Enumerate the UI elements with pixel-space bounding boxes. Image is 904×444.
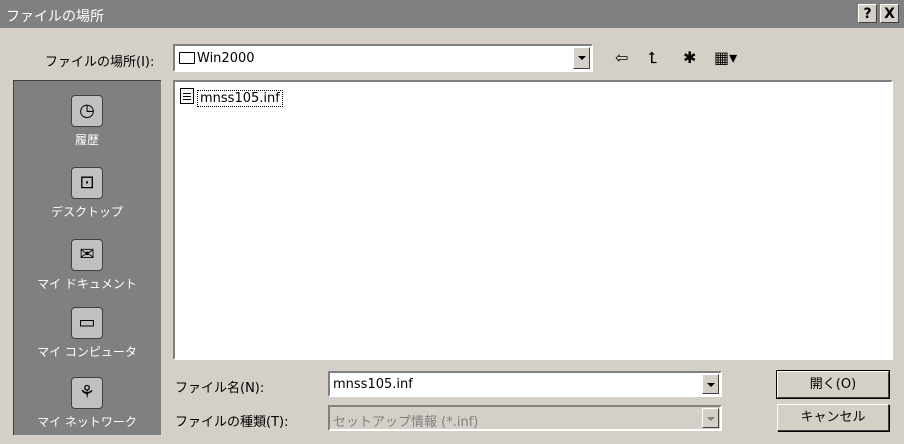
location-combo[interactable]: Win2000 — [173, 44, 593, 72]
filename-label: ファイル名(N): — [175, 381, 265, 396]
view-menu-icon[interactable]: ▦▾ — [714, 48, 737, 68]
place-label: マイ ネットワーク — [37, 415, 137, 429]
title-bar: ファイルの場所 ? X — [0, 0, 904, 28]
back-icon[interactable]: ⇦ — [615, 48, 628, 68]
places-bar: ◷ 履歴 ⊡ デスクトップ ✉ マイ ドキュメント ▭ マイ コンピュータ ⚘ … — [13, 80, 161, 435]
filetype-dropdown-arrow — [702, 408, 719, 428]
my-computer-icon: ▭ — [71, 307, 103, 339]
new-folder-icon[interactable]: ✱ — [683, 48, 696, 68]
open-button[interactable]: 開く(O) — [776, 370, 890, 399]
inf-file-icon — [180, 88, 194, 104]
history-icon: ◷ — [71, 95, 103, 127]
up-folder-icon[interactable]: ⮤ — [648, 48, 657, 68]
list-item[interactable]: mnss105.inf — [180, 88, 283, 107]
place-my-network[interactable]: ⚘ マイ ネットワーク — [14, 377, 160, 430]
file-name: mnss105.inf — [197, 90, 283, 107]
filetype-label: ファイルの種類(T): — [175, 415, 289, 430]
location-label: ファイルの場所(I): — [45, 55, 155, 70]
place-desktop[interactable]: ⊡ デスクトップ — [14, 167, 160, 220]
place-label: デスクトップ — [50, 205, 123, 219]
place-label: マイ コンピュータ — [37, 345, 137, 359]
place-my-documents[interactable]: ✉ マイ ドキュメント — [14, 239, 160, 292]
desktop-icon: ⊡ — [71, 167, 103, 199]
help-button[interactable]: ? — [858, 4, 877, 23]
filetype-value: セットアップ情報 (*.inf) — [333, 415, 479, 430]
location-value: Win2000 — [197, 51, 255, 66]
location-dropdown-arrow[interactable] — [573, 47, 590, 69]
filename-field[interactable]: mnss105.inf — [328, 371, 722, 397]
my-network-icon: ⚘ — [71, 377, 103, 409]
filetype-combo: セットアップ情報 (*.inf) — [328, 405, 722, 431]
filename-dropdown-arrow[interactable] — [702, 374, 719, 394]
place-my-computer[interactable]: ▭ マイ コンピュータ — [14, 307, 160, 360]
cancel-button[interactable]: キャンセル — [777, 404, 889, 431]
file-list[interactable]: mnss105.inf — [173, 80, 893, 360]
place-label: マイ ドキュメント — [37, 277, 137, 291]
my-documents-icon: ✉ — [71, 239, 103, 271]
place-history[interactable]: ◷ 履歴 — [14, 95, 160, 148]
window-title: ファイルの場所 — [6, 9, 104, 25]
close-button[interactable]: X — [880, 4, 899, 23]
place-label: 履歴 — [74, 133, 99, 147]
filename-value: mnss105.inf — [333, 377, 413, 392]
folder-icon — [179, 52, 195, 64]
